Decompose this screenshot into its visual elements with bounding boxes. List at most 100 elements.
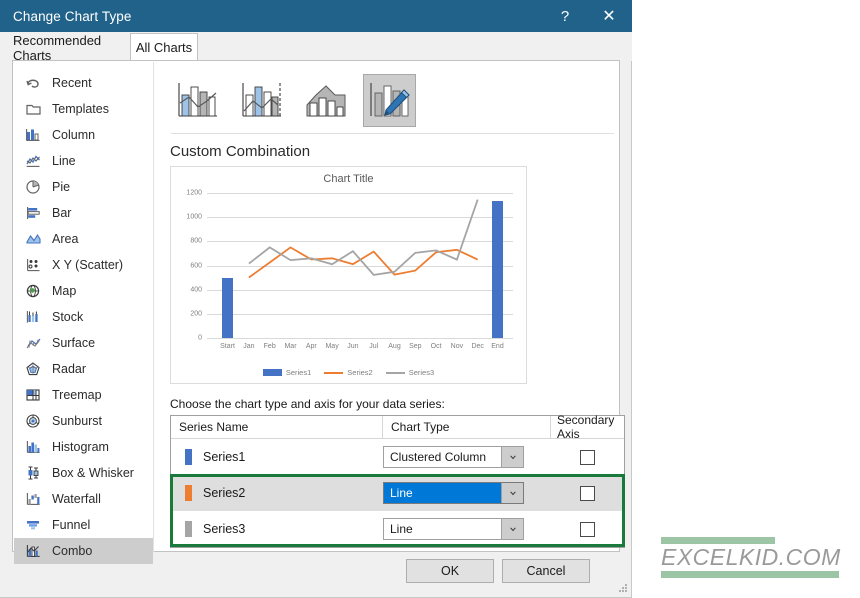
legend-swatch-series3 (385, 371, 405, 374)
sidebar-item-label: Sunburst (52, 414, 103, 428)
sidebar-item-scatter[interactable]: X Y (Scatter) (14, 252, 153, 278)
chevron-down-icon[interactable] (501, 519, 523, 539)
x-tick-label: Aug (388, 343, 401, 350)
sidebar-item-surface[interactable]: Surface (14, 330, 153, 356)
series-name-cell: Series1 (171, 449, 383, 465)
legend-swatch-series2 (324, 371, 344, 374)
column-header-secondary-axis: Secondary Axis (557, 413, 615, 441)
sidebar-item-label: Bar (52, 206, 72, 220)
sidebar-item-stock[interactable]: Stock (14, 304, 153, 330)
chart-type-dropdown-series3[interactable]: Line (383, 518, 524, 540)
watermark-bar-top (661, 537, 775, 544)
table-row[interactable]: Series2 Line (171, 475, 624, 511)
waterfall-icon (23, 489, 43, 509)
chart-variation-thumbnails (171, 74, 608, 127)
secondary-axis-checkbox-series3[interactable] (580, 521, 595, 537)
chevron-down-icon[interactable] (501, 483, 523, 503)
secondary-axis-cell (551, 521, 624, 537)
secondary-axis-cell (551, 449, 624, 465)
sidebar-item-label: Surface (52, 336, 96, 350)
sidebar-item-label: Box & Whisker (52, 466, 134, 480)
resize-grip-icon[interactable] (618, 583, 628, 593)
sidebar-item-pie[interactable]: Pie (14, 174, 153, 200)
x-tick-label: Apr (305, 343, 317, 350)
sidebar-item-label: Radar (52, 362, 87, 376)
sidebar-item-box-whisker[interactable]: Box & Whisker (14, 460, 153, 486)
sidebar-item-label: Area (52, 232, 79, 246)
dialog-title: Change Chart Type (13, 8, 132, 24)
sidebar-item-radar[interactable]: Radar (14, 356, 153, 382)
bar-icon (23, 203, 43, 223)
sidebar-item-line[interactable]: Line (14, 148, 153, 174)
sidebar-item-label: Pie (52, 180, 71, 194)
treemap-icon (23, 385, 43, 405)
stock-icon (23, 307, 43, 327)
x-tick-label: Sep (409, 343, 422, 350)
chart-legend: Series1 Series2 Series3 (171, 368, 526, 377)
chart-type-value: Line (390, 522, 413, 536)
tab-recommended-charts[interactable]: Recommended Charts (12, 33, 130, 63)
variation-title: Custom Combination (170, 143, 311, 160)
help-icon[interactable]: ? (544, 0, 586, 32)
legend-label: Series3 (408, 368, 435, 377)
sidebar-item-funnel[interactable]: Funnel (14, 512, 153, 538)
chart-category-list: Recent Templates Column Line Pie Bar Are… (14, 62, 154, 564)
dialog-body-panel: Recent Templates Column Line Pie Bar Are… (12, 60, 625, 564)
x-tick-label: Dec (471, 343, 484, 350)
chart-title: Chart Title (323, 173, 374, 185)
series-name-cell: Series2 (171, 485, 383, 501)
sidebar-item-label: Map (52, 284, 77, 298)
series-name-label: Series3 (203, 522, 246, 536)
funnel-icon (23, 515, 43, 535)
table-row[interactable]: Series3 Line (171, 511, 624, 547)
x-tick-label: Jul (369, 343, 379, 350)
pie-icon (23, 177, 43, 197)
chart-type-cell: Line (383, 482, 551, 504)
chart-config-area: Custom Combination Chart Title 0 200 400… (155, 62, 625, 552)
thumbnail-stacked-area-clustered-column[interactable] (299, 74, 352, 127)
sidebar-item-treemap[interactable]: Treemap (14, 382, 153, 408)
dialog-titlebar: Change Chart Type ? ✕ (0, 0, 632, 32)
sidebar-item-waterfall[interactable]: Waterfall (14, 486, 153, 512)
thumbnail-clustered-column-line[interactable] (171, 74, 224, 127)
chevron-down-icon[interactable] (501, 447, 523, 467)
chart-type-cell: Clustered Column (383, 446, 551, 468)
secondary-axis-checkbox-series2[interactable] (580, 485, 595, 501)
secondary-axis-cell (551, 485, 624, 501)
scatter-icon (23, 255, 43, 275)
tab-all-charts[interactable]: All Charts (130, 33, 198, 61)
sidebar-item-area[interactable]: Area (14, 226, 153, 252)
sidebar-item-templates[interactable]: Templates (14, 96, 153, 122)
sidebar-item-map[interactable]: Map (14, 278, 153, 304)
sidebar-item-label: X Y (Scatter) (52, 258, 124, 272)
legend-label: Series2 (347, 368, 373, 377)
sidebar-item-histogram[interactable]: Histogram (14, 434, 153, 460)
recent-icon (23, 73, 43, 93)
close-icon[interactable]: ✕ (586, 0, 632, 32)
sidebar-item-label: Waterfall (52, 492, 101, 506)
chart-type-dropdown-series2[interactable]: Line (383, 482, 524, 504)
cancel-button[interactable]: Cancel (502, 559, 590, 583)
map-icon (23, 281, 43, 301)
dialog-footer: OK Cancel (0, 551, 632, 597)
y-tick-label: 1000 (186, 213, 202, 221)
table-row[interactable]: Series1 Clustered Column (171, 439, 624, 475)
series-color-swatch (185, 485, 192, 501)
thumbnail-clustered-column-line-secondary-axis[interactable] (235, 74, 288, 127)
box-whisker-icon (23, 463, 43, 483)
series-name-cell: Series3 (171, 521, 383, 537)
series-table-instruction: Choose the chart type and axis for your … (170, 397, 445, 411)
secondary-axis-checkbox-series1[interactable] (580, 449, 595, 465)
sidebar-item-sunburst[interactable]: Sunburst (14, 408, 153, 434)
chart-type-dropdown-series1[interactable]: Clustered Column (383, 446, 524, 468)
sidebar-item-bar[interactable]: Bar (14, 200, 153, 226)
x-tick-label: Jan (243, 343, 255, 350)
sidebar-item-recent[interactable]: Recent (14, 70, 153, 96)
sidebar-item-column[interactable]: Column (14, 122, 153, 148)
sidebar-item-label: Line (52, 154, 76, 168)
sidebar-item-label: Recent (52, 76, 92, 90)
series-table: Series Name Chart Type Secondary Axis Se… (170, 413, 625, 548)
ok-button[interactable]: OK (406, 559, 494, 583)
thumbnail-custom-combination[interactable] (363, 74, 416, 127)
y-tick-label: 400 (190, 286, 202, 294)
